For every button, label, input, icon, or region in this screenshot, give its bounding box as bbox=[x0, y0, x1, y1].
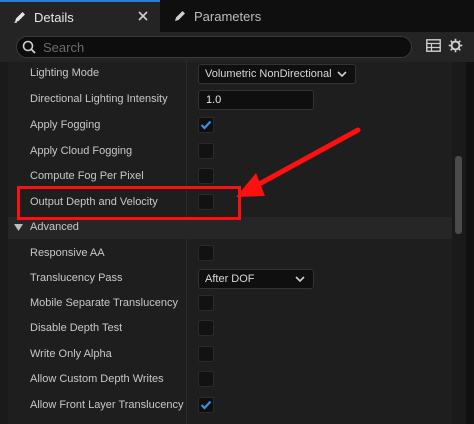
close-icon[interactable] bbox=[136, 9, 150, 23]
compute-fog-per-pixel-checkbox[interactable] bbox=[198, 168, 214, 184]
row-label: Translucency Pass bbox=[30, 272, 123, 284]
row-write-only-alpha: Write Only Alpha bbox=[8, 343, 452, 368]
row-label: Apply Fogging bbox=[30, 119, 101, 131]
annotation-highlight-box bbox=[17, 186, 241, 220]
row-label: Compute Fog Per Pixel bbox=[30, 170, 144, 182]
tab-bar: Details Parameters bbox=[0, 0, 474, 32]
apply-cloud-fogging-checkbox[interactable] bbox=[198, 143, 214, 159]
row-responsive-aa: Responsive AA bbox=[8, 242, 452, 267]
chevron-down-icon bbox=[337, 71, 347, 78]
search-row bbox=[0, 32, 474, 62]
row-label: Allow Custom Depth Writes bbox=[30, 373, 164, 385]
row-translucency-pass: Translucency Pass After DOF bbox=[8, 267, 452, 292]
row-mobile-separate-translucency: Mobile Separate Translucency bbox=[8, 292, 452, 317]
allow-front-layer-translucency-checkbox[interactable] bbox=[198, 397, 214, 413]
tab-details-label: Details bbox=[34, 9, 74, 25]
gear-icon[interactable] bbox=[446, 36, 464, 54]
collapse-triangle-icon bbox=[14, 224, 23, 231]
scrollbar-thumb[interactable] bbox=[455, 156, 462, 234]
row-label: Lighting Mode bbox=[30, 67, 100, 79]
row-label: Responsive AA bbox=[30, 247, 105, 259]
tab-details[interactable]: Details bbox=[0, 0, 160, 32]
tab-parameters-label: Parameters bbox=[194, 8, 262, 24]
chevron-down-icon bbox=[295, 276, 305, 283]
section-advanced[interactable]: Advanced bbox=[8, 217, 452, 239]
scrollbar-track[interactable] bbox=[455, 62, 462, 424]
write-only-alpha-checkbox[interactable] bbox=[198, 346, 214, 362]
row-disable-depth-test: Disable Depth Test bbox=[8, 317, 452, 342]
row-allow-front-layer-translucency: Allow Front Layer Translucency bbox=[8, 394, 452, 419]
row-label: Disable Depth Test bbox=[30, 322, 123, 334]
responsive-aa-checkbox[interactable] bbox=[198, 245, 214, 261]
mobile-separate-translucency-checkbox[interactable] bbox=[198, 295, 214, 311]
checkmark-icon bbox=[200, 400, 212, 410]
row-label: Apply Cloud Fogging bbox=[30, 145, 133, 157]
row-apply-cloud-fogging: Apply Cloud Fogging bbox=[8, 140, 452, 165]
directional-lighting-intensity-field[interactable]: 1.0 bbox=[198, 90, 314, 110]
checkmark-icon bbox=[200, 120, 212, 130]
row-label: Directional Lighting Intensity bbox=[30, 93, 168, 105]
disable-depth-test-checkbox[interactable] bbox=[198, 320, 214, 336]
allow-custom-depth-writes-checkbox[interactable] bbox=[198, 371, 214, 387]
pencil-icon bbox=[12, 9, 28, 25]
tab-parameters[interactable]: Parameters bbox=[160, 0, 280, 32]
dropdown-value: After DOF bbox=[205, 273, 255, 285]
dropdown-value: Volumetric NonDirectional bbox=[205, 68, 332, 80]
translucency-pass-dropdown[interactable]: After DOF bbox=[198, 269, 314, 289]
search-box[interactable] bbox=[16, 36, 412, 58]
row-label: Mobile Separate Translucency bbox=[30, 297, 178, 309]
row-label: Write Only Alpha bbox=[30, 348, 112, 360]
apply-fogging-checkbox[interactable] bbox=[198, 117, 214, 133]
search-input[interactable] bbox=[39, 37, 407, 57]
row-label: Allow Front Layer Translucency bbox=[30, 399, 184, 411]
row-allow-custom-depth-writes: Allow Custom Depth Writes bbox=[8, 368, 452, 393]
table-view-icon[interactable] bbox=[424, 36, 442, 54]
lighting-mode-dropdown[interactable]: Volumetric NonDirectional bbox=[198, 64, 356, 84]
row-apply-fogging: Apply Fogging bbox=[8, 114, 452, 139]
pencil-icon bbox=[172, 8, 188, 24]
section-label: Advanced bbox=[30, 221, 79, 233]
row-lighting-mode: Lighting Mode Volumetric NonDirectional bbox=[8, 62, 452, 87]
window-edge bbox=[466, 62, 474, 424]
search-icon bbox=[22, 40, 36, 54]
row-directional-lighting-intensity: Directional Lighting Intensity 1.0 bbox=[8, 88, 452, 113]
